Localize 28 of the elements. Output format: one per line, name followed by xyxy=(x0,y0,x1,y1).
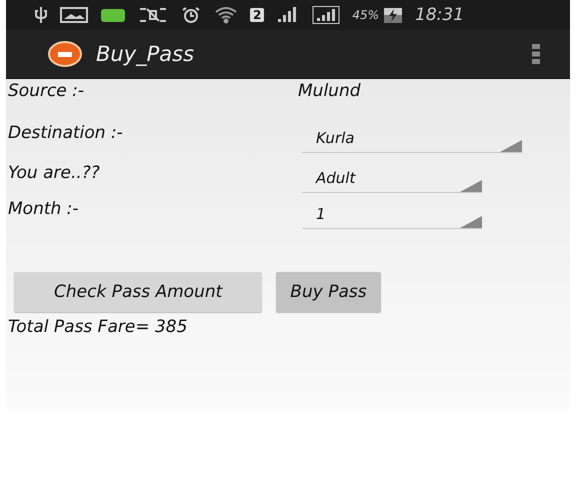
field-label: You are..?? xyxy=(8,163,101,183)
total-fare-text: Total Pass Fare= 385 xyxy=(8,317,188,337)
app-title: Buy_Pass xyxy=(96,42,196,66)
clock-time: 18:31 xyxy=(415,5,464,25)
wifi-icon xyxy=(214,6,238,24)
battery-percent: 45% xyxy=(352,8,380,22)
field-label: Destination :- xyxy=(8,123,124,143)
mute-icon xyxy=(138,6,168,24)
dropdown-corner-icon xyxy=(460,216,482,228)
dropdown-spinner[interactable]: Adult xyxy=(302,163,482,193)
dropdown-corner-icon xyxy=(500,140,522,152)
sim-slot-badge: 2 xyxy=(250,8,264,22)
action-button[interactable]: Check Pass Amount xyxy=(14,272,262,312)
field-label: Month :- xyxy=(8,199,80,219)
image-icon xyxy=(60,6,88,24)
app-logo-icon xyxy=(48,41,82,67)
signal-boxed-icon xyxy=(312,6,340,24)
source-value: Mulund xyxy=(298,81,362,101)
dropdown-spinner[interactable]: 1 xyxy=(302,199,482,229)
usb-icon xyxy=(34,6,48,24)
field-label: Source :- xyxy=(8,81,86,101)
dropdown-corner-icon xyxy=(460,180,482,192)
action-button[interactable]: Buy Pass xyxy=(276,272,381,312)
alarm-icon xyxy=(180,6,202,24)
overflow-menu-icon[interactable] xyxy=(532,43,540,65)
dropdown-spinner[interactable]: Kurla xyxy=(302,123,522,153)
chat-icon xyxy=(100,6,126,24)
battery-charging-icon xyxy=(383,6,404,24)
